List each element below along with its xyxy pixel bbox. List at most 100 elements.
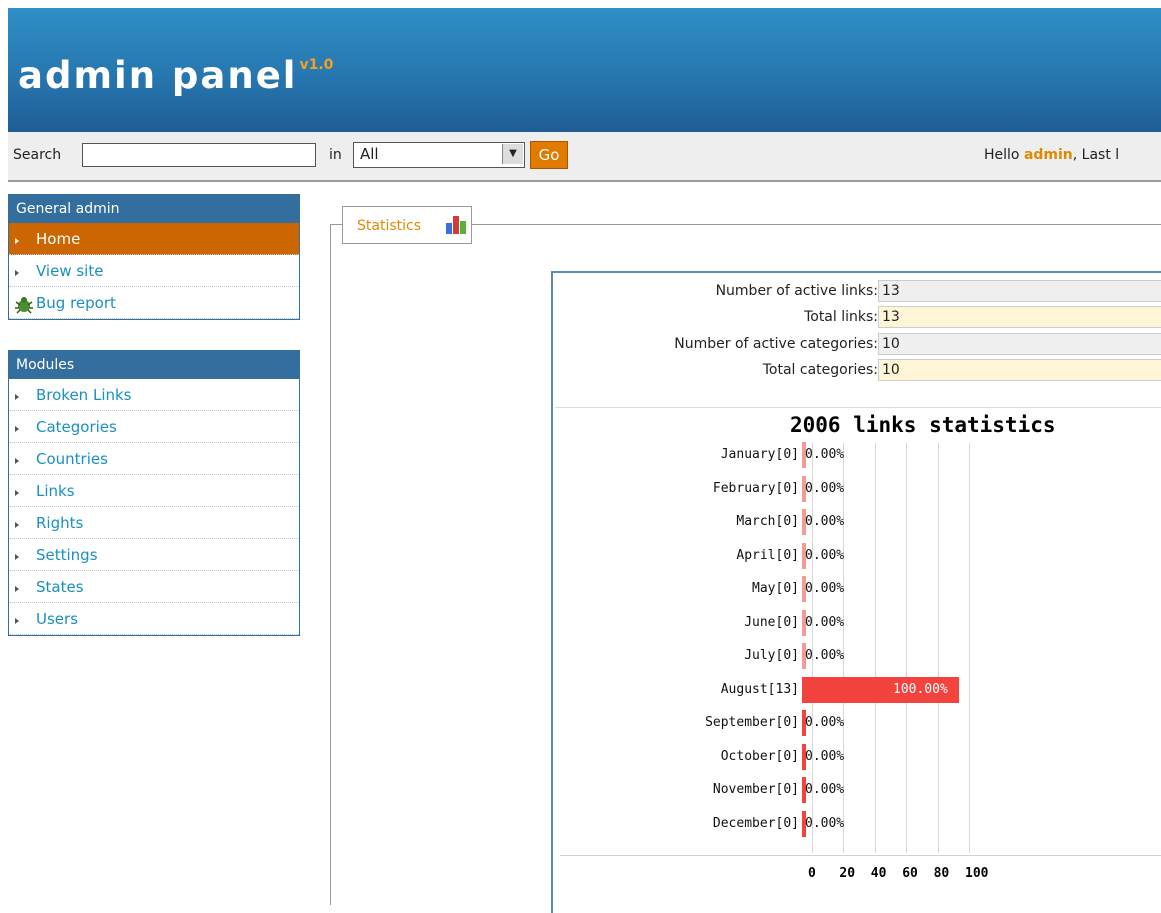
stat-label: Number of active links: — [715, 283, 878, 299]
stat-row: Number of active links: — [560, 280, 878, 302]
sidebar-item-bug-report[interactable]: Bug report — [9, 287, 299, 319]
x-tick-label: 0 — [808, 866, 816, 881]
scope-selected-value: All — [360, 145, 379, 163]
sidebar-item-label: View site — [36, 262, 104, 280]
sidebar-item-users[interactable]: Users — [9, 603, 299, 635]
stat-label: Total links: — [804, 309, 878, 325]
top-strip — [0, 0, 1161, 8]
sidebar-item-broken-links[interactable]: Broken Links — [9, 379, 299, 411]
sidebar-item-home[interactable]: Home — [9, 223, 299, 255]
stat-value: 10 — [878, 359, 1161, 381]
stat-label: Number of active categories: — [674, 336, 878, 352]
search-input[interactable] — [82, 143, 316, 167]
x-axis-line — [560, 855, 1161, 856]
sidebar-item-label: Home — [36, 230, 81, 248]
go-button[interactable]: Go — [530, 141, 568, 169]
sidebar-item-countries[interactable]: Countries — [9, 443, 299, 475]
x-tick-label: 80 — [933, 866, 950, 881]
category-label: October[0] — [720, 748, 799, 764]
logo-text: admin panel — [18, 54, 298, 97]
x-tick-label: 20 — [839, 866, 856, 881]
x-tick-label: 40 — [870, 866, 887, 881]
username-link[interactable]: admin — [1024, 147, 1073, 163]
sidebar-item-label: Bug report — [36, 294, 116, 312]
value-label: 0.00% — [805, 547, 845, 563]
value-label: 0.00% — [805, 782, 845, 797]
scope-select[interactable]: All ▼ — [353, 142, 525, 168]
sidebar-item-categories[interactable]: Categories — [9, 411, 299, 443]
arrow-right-icon — [15, 490, 19, 496]
sidebar-item-label: Broken Links — [36, 386, 132, 404]
x-tick-label: 60 — [902, 866, 918, 881]
stat-row: Number of active categories: — [560, 333, 878, 355]
stat-value: 13 — [878, 280, 1161, 302]
category-label: May[0] — [752, 581, 799, 596]
gridline — [937, 443, 939, 853]
sidebar-item-settings[interactable]: Settings — [9, 539, 299, 571]
value-label: 0.00% — [805, 648, 845, 663]
sidebar-item-links[interactable]: Links — [9, 475, 299, 507]
bar-chart-icon — [446, 216, 466, 234]
arrow-right-icon — [15, 394, 19, 400]
stat-row: Total categories: — [560, 359, 878, 381]
modules-panel: Modules Broken Links Categories Countrie… — [8, 350, 300, 636]
bug-icon — [15, 297, 33, 314]
x-tick-label: 100 — [965, 866, 989, 881]
general-admin-header: General admin — [9, 195, 299, 223]
arrow-right-icon — [15, 618, 19, 624]
gridline — [906, 443, 908, 853]
chart-title: 2006 links statistics — [790, 413, 1056, 437]
value-label: 0.00% — [805, 715, 845, 730]
sidebar-item-label: Countries — [36, 450, 108, 468]
arrow-right-icon — [15, 238, 19, 244]
value-label: 0.00% — [805, 480, 845, 496]
category-label: September[0] — [705, 715, 799, 730]
sidebar-item-rights[interactable]: Rights — [9, 507, 299, 539]
value-label: 0.00% — [805, 614, 845, 630]
value-label: 100.00% — [893, 681, 948, 697]
category-label: June[0] — [744, 614, 799, 630]
arrow-right-icon — [15, 426, 19, 432]
sidebar-item-label: Rights — [36, 514, 84, 532]
arrow-right-icon — [15, 522, 19, 528]
arrow-right-icon — [15, 586, 19, 592]
category-label: November[0] — [712, 782, 799, 797]
sidebar-item-label: Categories — [36, 418, 117, 436]
gridline — [969, 443, 970, 853]
sidebar-item-label: Settings — [36, 546, 98, 564]
sidebar-item-label: Users — [36, 610, 79, 628]
stat-row: Total links: — [560, 306, 878, 328]
category-label: July[0] — [744, 648, 799, 663]
category-label: August[13] — [720, 681, 799, 697]
value-label: 0.00% — [805, 581, 845, 596]
sidebar-item-view-site[interactable]: View site — [9, 255, 299, 287]
version-badge: v1.0 — [299, 56, 334, 73]
stat-label: Total categories: — [762, 362, 878, 378]
category-label: April[0] — [736, 547, 799, 563]
chevron-down-icon[interactable]: ▼ — [502, 144, 523, 164]
tab-statistics[interactable]: Statistics — [342, 206, 472, 244]
category-label: February[0] — [712, 480, 799, 496]
arrow-right-icon — [15, 270, 19, 276]
category-label: March[0] — [736, 514, 799, 529]
search-label: Search — [13, 147, 62, 163]
app-logo: admin panel v1.0 — [18, 54, 333, 97]
greeting-suffix: , Last l — [1072, 147, 1120, 163]
category-label: December[0] — [712, 815, 799, 831]
value-label: 0.00% — [805, 815, 845, 831]
value-label: 0.00% — [805, 514, 845, 529]
search-bar: Search in All ▼ Go Hello admin, Last l — [8, 132, 1161, 182]
in-label: in — [329, 147, 342, 163]
app-header: admin panel v1.0 — [8, 8, 1161, 132]
arrow-right-icon — [15, 554, 19, 560]
general-admin-panel: General admin Home View site Bug report — [8, 194, 300, 320]
modules-header: Modules — [9, 351, 299, 379]
gridline — [874, 443, 876, 853]
tab-statistics-label: Statistics — [357, 218, 421, 234]
stat-value: 10 — [878, 333, 1161, 355]
value-label: 0.00% — [805, 447, 845, 462]
sidebar-item-states[interactable]: States — [9, 571, 299, 603]
category-label: January[0] — [720, 447, 799, 462]
sidebar-item-label: States — [36, 578, 84, 596]
stat-value: 13 — [878, 306, 1161, 328]
